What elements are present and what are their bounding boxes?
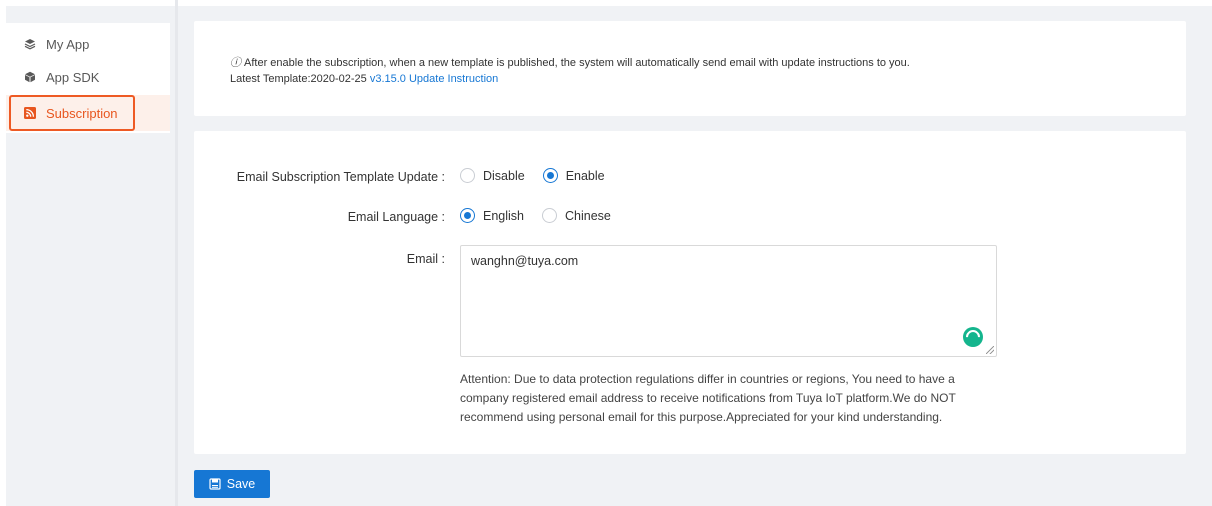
radio-label: Enable <box>565 168 605 183</box>
attention-text: Attention: Due to data protection regula… <box>460 372 956 424</box>
save-icon <box>209 478 221 490</box>
email-language-label: Email Language : <box>347 210 445 224</box>
radio-label: Disable <box>483 168 525 183</box>
rss-icon <box>24 107 36 119</box>
radio-label: Chinese <box>565 208 611 223</box>
email-value: wanghn@tuya.com <box>471 254 579 268</box>
latest-template: Latest Template:2020-02-25 v3.15.0 Updat… <box>230 73 499 85</box>
template-update-radio-group: Disable Enable <box>460 168 623 183</box>
radio-english[interactable] <box>460 208 475 223</box>
sidebar-item-my-app[interactable]: My App <box>6 26 170 62</box>
sidebar-item-label: App SDK <box>46 69 100 85</box>
sidebar-filler <box>6 133 170 506</box>
subscription-form-card: Email Subscription Template Update : Dis… <box>194 131 1186 454</box>
radio-chinese[interactable] <box>542 208 557 223</box>
sidebar-item-label: My App <box>46 36 90 52</box>
email-label: Email : <box>406 252 445 266</box>
notice-card: ⓘ After enable the subscription, when a n… <box>194 21 1186 116</box>
sidebar-item-app-sdk[interactable]: App SDK <box>6 59 170 95</box>
save-button[interactable]: Save <box>194 470 270 498</box>
update-instruction-link[interactable]: v3.15.0 Update Instruction <box>370 73 498 85</box>
radio-disable[interactable] <box>460 168 475 183</box>
notice-text: ⓘ After enable the subscription, when a n… <box>230 57 910 69</box>
sidebar-item-subscription[interactable]: Subscription <box>6 95 170 131</box>
cube-icon <box>24 71 36 83</box>
email-language-radio-group: English Chinese <box>460 208 629 223</box>
radio-enable[interactable] <box>542 168 558 183</box>
save-label: Save <box>226 477 256 491</box>
radio-label: English <box>483 208 524 223</box>
info-icon: ⓘ <box>230 57 241 69</box>
resize-handle[interactable] <box>986 346 994 354</box>
template-update-label: Email Subscription Template Update : <box>236 170 445 184</box>
loading-spinner-icon <box>963 327 983 347</box>
email-textarea[interactable]: wanghn@tuya.com <box>460 245 997 357</box>
sidebar-divider <box>175 0 178 506</box>
layers-icon <box>24 38 36 50</box>
sidebar-item-label: Subscription <box>46 105 118 121</box>
